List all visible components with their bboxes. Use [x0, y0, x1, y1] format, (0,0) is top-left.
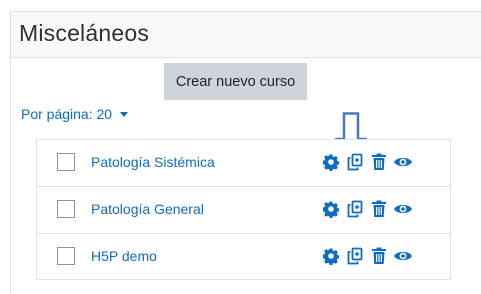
trash-icon[interactable] [371, 200, 387, 218]
course-link[interactable]: Patología Sistémica [91, 154, 215, 170]
course-row: H5P demo [36, 233, 451, 280]
course-link[interactable]: Patología General [91, 201, 204, 217]
category-header: Misceláneos [11, 12, 481, 58]
per-page-dropdown[interactable]: Por página: 20 [21, 106, 129, 122]
trash-icon[interactable] [371, 153, 387, 171]
course-checkbox[interactable] [57, 200, 75, 218]
eye-icon[interactable] [393, 247, 413, 265]
course-checkbox[interactable] [57, 247, 75, 265]
copy-icon[interactable] [347, 247, 363, 265]
copy-icon[interactable] [347, 153, 363, 171]
course-list: Patología Sistémica Patología General H5… [36, 139, 451, 280]
trash-icon[interactable] [371, 247, 387, 265]
category-title: Misceláneos [19, 20, 150, 46]
per-page-label: Por página: 20 [21, 106, 113, 122]
course-row: Patología General [36, 186, 451, 233]
copy-icon[interactable] [347, 200, 363, 218]
course-checkbox[interactable] [57, 153, 75, 171]
gear-icon[interactable] [323, 247, 339, 265]
caret-down-icon [120, 112, 129, 117]
create-course-button[interactable]: Crear nuevo curso [164, 63, 307, 100]
eye-icon[interactable] [393, 153, 413, 171]
gear-icon[interactable] [323, 200, 339, 218]
course-row: Patología Sistémica [36, 139, 451, 186]
course-link[interactable]: H5P demo [91, 248, 157, 264]
eye-icon[interactable] [393, 200, 413, 218]
gear-icon[interactable] [323, 153, 339, 171]
